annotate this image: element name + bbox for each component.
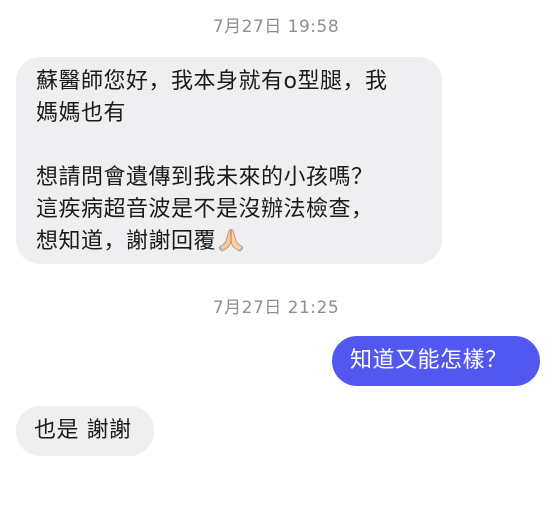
message-3-text: 也是 謝謝: [34, 418, 132, 443]
timestamp-2: 7月27日 21:25: [212, 298, 340, 318]
incoming-message-2[interactable]: 也是 謝謝: [16, 406, 154, 456]
message-1-text: 蘇醫師您好，我本身就有o型腿，我 媽媽也有 想請問會遺傳到我未來的小孩嗎？ 這疾…: [36, 69, 388, 254]
message-2-text: 知道又能怎樣？: [350, 348, 508, 373]
folded-hands-icon: [218, 229, 244, 252]
timestamp-1: 7月27日 19:58: [212, 17, 340, 37]
incoming-message-1[interactable]: 蘇醫師您好，我本身就有o型腿，我 媽媽也有 想請問會遺傳到我未來的小孩嗎？ 這疾…: [16, 57, 442, 264]
outgoing-message-1[interactable]: 知道又能怎樣？: [332, 336, 540, 386]
